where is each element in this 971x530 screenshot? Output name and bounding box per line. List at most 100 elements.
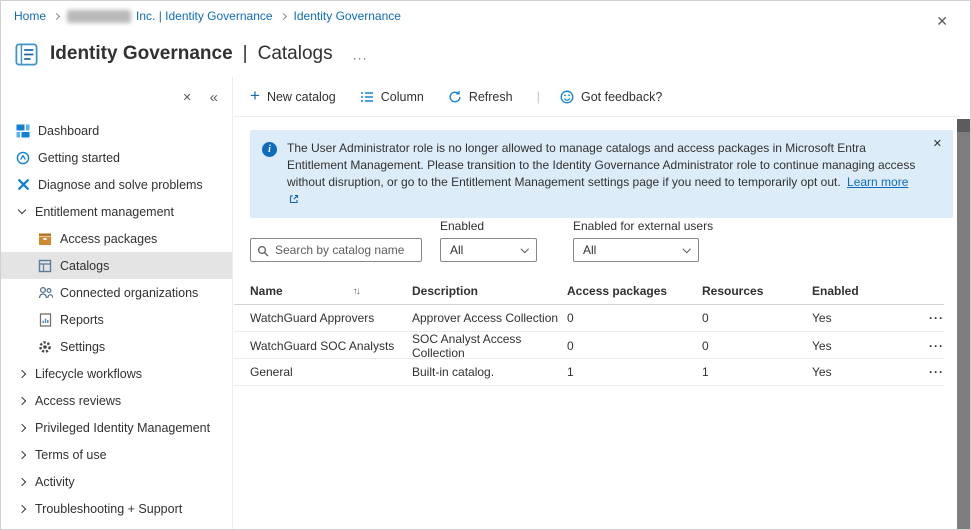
sort-icon[interactable]: ↑↓ — [353, 286, 359, 297]
getting-started-icon — [15, 151, 31, 165]
collapse-sidebar-icon[interactable]: « — [210, 89, 218, 106]
breadcrumb-org-label: Inc. | Identity Governance — [136, 9, 273, 23]
row-actions-button[interactable]: ··· — [922, 339, 944, 353]
row-actions-button[interactable]: ··· — [922, 365, 944, 379]
cell-description: SOC Analyst Access Collection — [412, 332, 567, 360]
sidebar-item-dashboard[interactable]: Dashboard — [1, 117, 232, 144]
main-content: + New catalog Column Refresh | Got feedb… — [234, 77, 959, 529]
sidebar-group-activity[interactable]: Activity — [1, 468, 232, 495]
chevron-right-icon — [15, 425, 28, 431]
catalog-search-box — [250, 238, 422, 262]
sidebar: ✕ « Dashboard Getting started Diagnos — [1, 77, 233, 529]
sidebar-item-connected-organizations[interactable]: Connected organizations — [1, 279, 232, 306]
clear-search-icon[interactable]: ✕ — [182, 91, 191, 104]
breadcrumb-home-link[interactable]: Home — [14, 9, 46, 23]
column-header-enabled[interactable]: Enabled — [812, 284, 922, 298]
column-header-access-packages[interactable]: Access packages — [567, 284, 702, 298]
page-subtitle: Catalogs — [258, 43, 333, 65]
external-link-icon — [289, 194, 299, 204]
cell-enabled: Yes — [812, 339, 922, 353]
diagnose-icon — [15, 178, 31, 191]
cell-description: Approver Access Collection — [412, 311, 567, 325]
sidebar-group-troubleshooting-support[interactable]: Troubleshooting + Support — [1, 495, 232, 522]
sidebar-item-label: Privileged Identity Management — [35, 421, 210, 435]
vertical-scrollbar[interactable] — [957, 119, 970, 529]
feedback-button[interactable]: Got feedback? — [560, 90, 662, 104]
enabled-filter-dropdown[interactable]: All — [440, 238, 537, 262]
cell-resources: 0 — [702, 339, 812, 353]
banner-text: The User Administrator role is no longer… — [287, 140, 919, 208]
sidebar-item-access-packages[interactable]: Access packages — [1, 225, 232, 252]
breadcrumb-separator-icon — [280, 13, 287, 20]
sidebar-item-label: Settings — [60, 340, 105, 354]
reports-icon — [37, 313, 53, 327]
learn-more-link[interactable]: Learn more — [847, 175, 908, 189]
connected-organizations-icon — [37, 286, 53, 299]
sidebar-group-privileged-identity-management[interactable]: Privileged Identity Management — [1, 414, 232, 441]
breadcrumb-org-link[interactable]: Inc. | Identity Governance — [67, 9, 273, 23]
new-catalog-button[interactable]: + New catalog — [250, 90, 336, 104]
search-input[interactable] — [251, 239, 421, 261]
sidebar-item-label: Diagnose and solve problems — [38, 178, 203, 192]
more-options-icon[interactable]: ··· — [353, 51, 368, 65]
page-header: Identity Governance | Catalogs ··· — [1, 31, 970, 77]
table-row[interactable]: WatchGuard SOC Analysts SOC Analyst Acce… — [234, 332, 944, 359]
settings-gear-icon — [37, 340, 53, 354]
chevron-down-icon — [682, 245, 690, 253]
page-title: Identity Governance — [50, 43, 233, 65]
sidebar-item-diagnose-and-solve-problems[interactable]: Diagnose and solve problems — [1, 171, 232, 198]
sidebar-item-label: Connected organizations — [60, 286, 198, 300]
info-icon: i — [262, 142, 277, 157]
cell-name: General — [250, 365, 412, 379]
column-header-description[interactable]: Description — [412, 284, 567, 298]
sidebar-group-terms-of-use[interactable]: Terms of use — [1, 441, 232, 468]
row-actions-button[interactable]: ··· — [922, 311, 944, 325]
banner-message: The User Administrator role is no longer… — [287, 141, 915, 189]
cell-enabled: Yes — [812, 311, 922, 325]
cell-resources: 1 — [702, 365, 812, 379]
plus-icon: + — [250, 91, 260, 101]
table-header: Name ↑↓ Description Access packages Reso… — [234, 278, 944, 305]
scrollbar-up-button[interactable] — [957, 119, 970, 132]
sidebar-item-getting-started[interactable]: Getting started — [1, 144, 232, 171]
sidebar-item-reports[interactable]: Reports — [1, 306, 232, 333]
table-row[interactable]: General Built-in catalog. 1 1 Yes ··· — [234, 359, 944, 386]
external-users-filter-dropdown[interactable]: All — [573, 238, 699, 262]
sidebar-group-entitlement-management[interactable]: Entitlement management — [1, 198, 232, 225]
filters-row: Enabled All Enabled for external users A… — [250, 219, 713, 262]
banner-close-icon[interactable]: ✕ — [933, 137, 942, 150]
column-button[interactable]: Column — [360, 90, 424, 104]
access-packages-icon — [37, 232, 53, 246]
close-icon[interactable]: ✕ — [936, 13, 948, 30]
breadcrumb-separator-icon — [53, 13, 60, 20]
sidebar-group-lifecycle-workflows[interactable]: Lifecycle workflows — [1, 360, 232, 387]
chevron-right-icon — [15, 371, 28, 377]
column-icon — [360, 91, 374, 103]
sidebar-item-label: Access reviews — [35, 394, 121, 408]
identity-governance-icon — [13, 41, 40, 68]
search-icon — [257, 244, 269, 262]
cell-resources: 0 — [702, 311, 812, 325]
sidebar-item-settings[interactable]: Settings — [1, 333, 232, 360]
sidebar-group-access-reviews[interactable]: Access reviews — [1, 387, 232, 414]
identity-governance-catalogs-page: Home Inc. | Identity Governance Identity… — [0, 0, 971, 530]
dashboard-icon — [15, 124, 31, 138]
column-header-label: Name — [250, 284, 283, 298]
info-banner: i The User Administrator role is no long… — [250, 130, 953, 218]
breadcrumb-current-link[interactable]: Identity Governance — [294, 9, 401, 23]
sidebar-item-label: Terms of use — [35, 448, 107, 462]
chevron-down-icon — [520, 245, 528, 253]
smiley-icon — [560, 90, 574, 104]
table-row[interactable]: WatchGuard Approvers Approver Access Col… — [234, 305, 944, 332]
column-header-name[interactable]: Name ↑↓ — [250, 284, 412, 298]
sidebar-item-catalogs[interactable]: Catalogs — [1, 252, 232, 279]
sidebar-item-label: Getting started — [38, 151, 120, 165]
sidebar-item-label: Dashboard — [38, 124, 99, 138]
sidebar-item-label: Catalogs — [60, 259, 109, 273]
enabled-filter: Enabled All — [440, 219, 537, 262]
dropdown-value: All — [583, 243, 596, 257]
sidebar-item-label: Lifecycle workflows — [35, 367, 142, 381]
refresh-button[interactable]: Refresh — [448, 90, 513, 104]
refresh-label: Refresh — [469, 90, 513, 104]
column-header-resources[interactable]: Resources — [702, 284, 812, 298]
